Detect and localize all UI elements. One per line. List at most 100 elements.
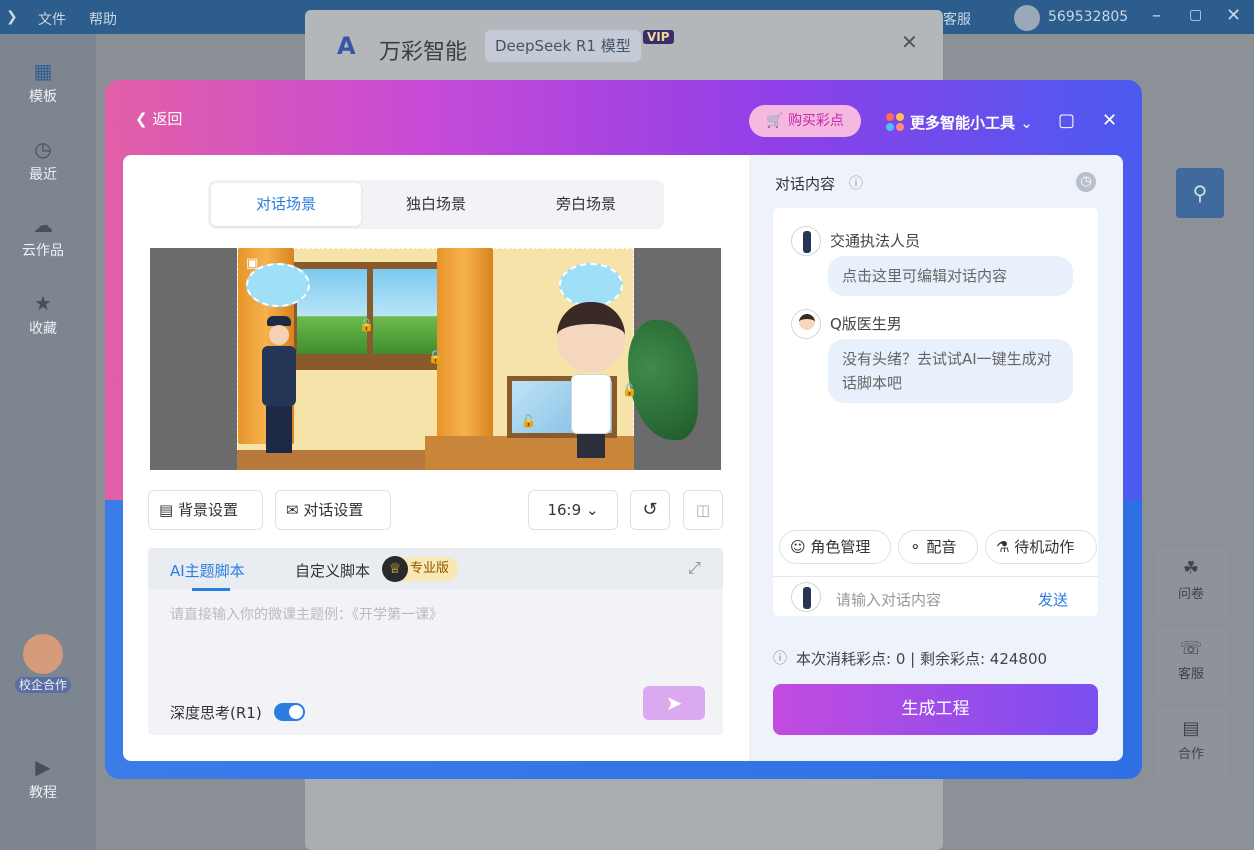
clipboard-icon: ▤ <box>1182 718 1200 739</box>
aspect-ratio-value: 16:9 <box>547 501 582 519</box>
nav-label: 收藏 <box>29 321 57 337</box>
tab-dialog-scene[interactable]: 对话场景 <box>211 183 361 226</box>
brand-name: 万彩智能 <box>379 40 468 65</box>
nav-label: 模板 <box>29 89 57 105</box>
deep-think-toggle[interactable] <box>274 703 305 721</box>
buy-points-button[interactable]: 🛒 购买彩点 <box>749 105 861 137</box>
idle-action-button[interactable]: ⚗ 待机动作 <box>985 530 1097 564</box>
thought-bubble-left <box>246 263 310 307</box>
send-button[interactable]: 发送 <box>1038 589 1068 610</box>
speaker-name: Q版医生男 <box>830 315 902 333</box>
tab-ai-script[interactable]: AI主题脚本 <box>170 560 245 581</box>
menu-file[interactable]: 文件 <box>38 9 66 29</box>
pro-label: 专业版 <box>410 561 450 576</box>
close-dialog-icon[interactable]: ✕ <box>1102 110 1117 131</box>
voiceover-button[interactable]: ⚬ 配音 <box>898 530 978 564</box>
microphone-icon: ⚬ <box>909 538 922 556</box>
maximize-dialog-icon[interactable]: ▢ <box>1058 110 1075 131</box>
minimize-icon[interactable]: – <box>1152 5 1161 26</box>
background-window-close-icon[interactable]: ✕ <box>901 30 918 54</box>
person-icon <box>23 634 63 674</box>
play-icon: ▶ <box>35 755 51 779</box>
nav-label: 最近 <box>29 167 57 183</box>
search-icon[interactable]: ⚲ <box>1176 168 1224 218</box>
nav-cloud[interactable]: ☁ 云作品 <box>0 214 86 260</box>
app-logo-icon: ❯ <box>6 9 18 25</box>
tool-support[interactable]: ☏ 客服 <box>1155 628 1227 702</box>
vip-badge: VIP <box>643 30 674 44</box>
tool-cooperation[interactable]: ▤ 合作 <box>1155 708 1227 782</box>
points-cost-text: 本次消耗彩点: 0 | 剩余彩点: 424800 <box>796 650 1048 668</box>
dialog-settings-label: 对话设置 <box>303 501 364 519</box>
tab-narration-scene[interactable]: 旁白场景 <box>511 183 661 226</box>
image-icon: ▤ <box>159 501 174 519</box>
lock-icon[interactable]: 🔓 <box>521 414 536 428</box>
tool-label: 客服 <box>1177 667 1204 682</box>
info-icon[interactable]: ⓘ <box>849 173 863 193</box>
chat-input[interactable]: 请输入对话内容 <box>836 589 941 610</box>
chevron-down-icon: ⌄ <box>1020 114 1033 132</box>
scene-window <box>290 262 450 370</box>
chat-message[interactable]: 没有头绪？去试试AI一键生成对话脚本吧 <box>828 339 1073 403</box>
current-speaker-avatar[interactable] <box>791 582 821 612</box>
back-button[interactable]: ❮ 返回 <box>135 108 182 129</box>
character-doctor[interactable] <box>553 302 629 458</box>
curtain-right <box>437 248 493 444</box>
nav-tutorial[interactable]: ▶ 教程 <box>0 756 86 802</box>
script-input[interactable]: 请直接输入你的微课主题例：《开学第一课》 <box>170 604 443 624</box>
chat-title: 对话内容 <box>775 175 836 193</box>
undo-button[interactable]: ↺ <box>630 490 670 530</box>
history-icon[interactable]: ◷ <box>1076 172 1096 192</box>
tab-monologue-scene[interactable]: 独白场景 <box>361 183 511 226</box>
user-avatar[interactable] <box>1014 5 1040 31</box>
grid-icon: ▦ <box>33 59 53 83</box>
tool-label: 合作 <box>1177 747 1204 762</box>
expand-icon[interactable]: ⤢ <box>688 558 701 578</box>
nav-favorites[interactable]: ★ 收藏 <box>0 292 86 338</box>
nav-cooperation[interactable]: 校企合作 <box>0 634 86 693</box>
background-settings-label: 背景设置 <box>177 501 238 519</box>
doctor-avatar[interactable] <box>791 309 821 339</box>
tool-label: 问卷 <box>1177 587 1204 602</box>
character-officer[interactable] <box>261 316 297 453</box>
lock-icon[interactable]: 🔓 <box>359 318 374 332</box>
pro-badge: ♕ 专业版 <box>382 556 458 582</box>
nav-templates[interactable]: ▦ 模板 <box>0 60 86 106</box>
crown-icon: ♕ <box>382 556 408 582</box>
left-nav: ▦ 模板 ◷ 最近 ☁ 云作品 ★ 收藏 校企合作 ▶ 教程 <box>0 34 96 850</box>
active-tab-indicator <box>192 588 230 591</box>
speech-icon: ✉ <box>286 501 299 519</box>
nav-recent[interactable]: ◷ 最近 <box>0 138 86 184</box>
background-settings-button[interactable]: ▤ 背景设置 <box>148 490 263 530</box>
officer-avatar[interactable] <box>791 226 821 256</box>
info-icon: ⓘ <box>773 651 787 667</box>
close-icon[interactable]: ✕ <box>1226 5 1241 26</box>
lock-icon[interactable]: 🔓 <box>622 383 637 397</box>
support-link[interactable]: 客服 <box>943 9 971 29</box>
handshake-icon: ☘ <box>1182 558 1200 579</box>
undo-icon: ↺ <box>642 499 658 520</box>
tool-survey[interactable]: ☘ 问卷 <box>1155 548 1227 622</box>
flip-button[interactable]: ◫ <box>683 490 723 530</box>
divider <box>773 576 1098 577</box>
figure-icon: ⚗ <box>996 538 1010 556</box>
model-badge: DeepSeek R1 模型 <box>485 30 641 62</box>
apps-icon <box>886 113 904 131</box>
cloud-icon: ☁ <box>33 213 53 237</box>
more-tools-dropdown[interactable]: 更多智能小工具 ⌄ <box>886 112 1033 133</box>
aspect-ratio-select[interactable]: 16:9 ⌄ <box>528 490 618 530</box>
chat-message[interactable]: 点击这里可编辑对话内容 <box>828 256 1073 296</box>
role-management-button[interactable]: ☺ 角色管理 <box>779 530 891 564</box>
tools-label: 更多智能小工具 <box>910 114 1016 132</box>
menu-help[interactable]: 帮助 <box>89 9 117 29</box>
nav-label: 云作品 <box>22 243 64 259</box>
maximize-icon[interactable]: ▢ <box>1189 7 1202 23</box>
lock-icon[interactable]: 🔓 <box>428 350 443 364</box>
generate-project-button[interactable]: 生成工程 <box>773 684 1098 735</box>
brand-logo-icon: A <box>337 32 356 60</box>
tab-custom-script[interactable]: 自定义脚本 <box>295 560 370 581</box>
submit-script-button[interactable]: ➤ <box>643 686 705 720</box>
dialog-settings-button[interactable]: ✉ 对话设置 <box>275 490 391 530</box>
chevron-left-icon: ❮ <box>135 110 148 128</box>
scene-tabs: 对话场景 独白场景 旁白场景 <box>208 180 664 229</box>
